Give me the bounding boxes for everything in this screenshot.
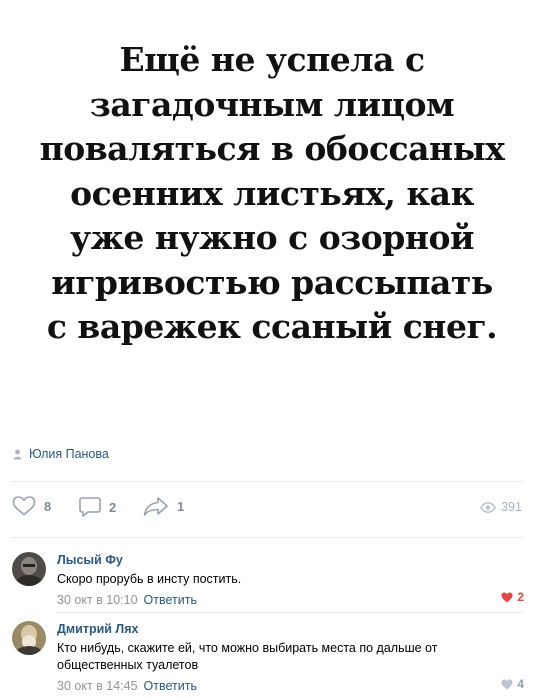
post-actions: 8 2 1 391 bbox=[12, 496, 524, 520]
comment-count: 2 bbox=[109, 499, 117, 515]
share-arrow-icon bbox=[143, 497, 168, 516]
comment-like-count: 2 bbox=[517, 590, 524, 604]
post-author[interactable]: Юлия Панова bbox=[13, 447, 109, 461]
avatar[interactable] bbox=[12, 552, 46, 586]
person-icon bbox=[13, 449, 22, 459]
comment-meta: 30 окт в 14:45 Ответить bbox=[57, 678, 477, 694]
view-count: 391 bbox=[501, 500, 522, 514]
comment-text: Скоро прорубь в инсту постить. bbox=[57, 572, 242, 586]
divider bbox=[57, 612, 523, 613]
comment-like-button[interactable]: 2 bbox=[501, 590, 524, 604]
share-count: 1 bbox=[177, 498, 185, 514]
divider bbox=[12, 537, 523, 538]
comment-bubble-icon bbox=[79, 497, 101, 517]
comment-like-count: 4 bbox=[517, 677, 524, 691]
avatar[interactable] bbox=[12, 621, 46, 655]
comment-meta: 30 окт в 10:10 Ответить bbox=[57, 592, 477, 608]
eye-icon bbox=[480, 501, 496, 513]
share-button[interactable]: 1 bbox=[143, 496, 184, 516]
comment-author[interactable]: Лысый Фу bbox=[57, 552, 477, 568]
post-image[interactable]: Ещё не успела с загадочным лицом повалят… bbox=[0, 0, 544, 430]
comment-item: Лысый Фу Скоро прорубь в инсту постить. … bbox=[12, 552, 524, 608]
comment-author[interactable]: Дмитрий Лях bbox=[57, 621, 477, 637]
comment-date[interactable]: 30 окт в 14:45 bbox=[57, 679, 138, 693]
post-quote-text: Ещё не успела с загадочным лицом повалят… bbox=[39, 40, 505, 346]
post-author-name: Юлия Панова bbox=[29, 447, 109, 461]
like-button[interactable]: 8 bbox=[12, 496, 51, 516]
like-count: 8 bbox=[44, 498, 52, 514]
comment-item: Дмитрий Лях Кто нибудь, скажите ей, что … bbox=[12, 621, 524, 696]
comment-text: Кто нибудь, скажите ей, что можно выбира… bbox=[57, 641, 438, 672]
divider bbox=[12, 481, 523, 482]
view-counter: 391 bbox=[480, 500, 522, 514]
comment-date[interactable]: 30 окт в 10:10 bbox=[57, 593, 138, 607]
comment-button[interactable]: 2 bbox=[79, 496, 116, 518]
reply-button[interactable]: Ответить bbox=[144, 679, 197, 693]
reply-button[interactable]: Ответить bbox=[144, 593, 197, 607]
comment-like-button[interactable]: 4 bbox=[501, 677, 524, 691]
heart-outline-icon bbox=[12, 496, 36, 516]
heart-filled-icon bbox=[501, 679, 513, 689]
heart-filled-icon bbox=[501, 592, 513, 602]
